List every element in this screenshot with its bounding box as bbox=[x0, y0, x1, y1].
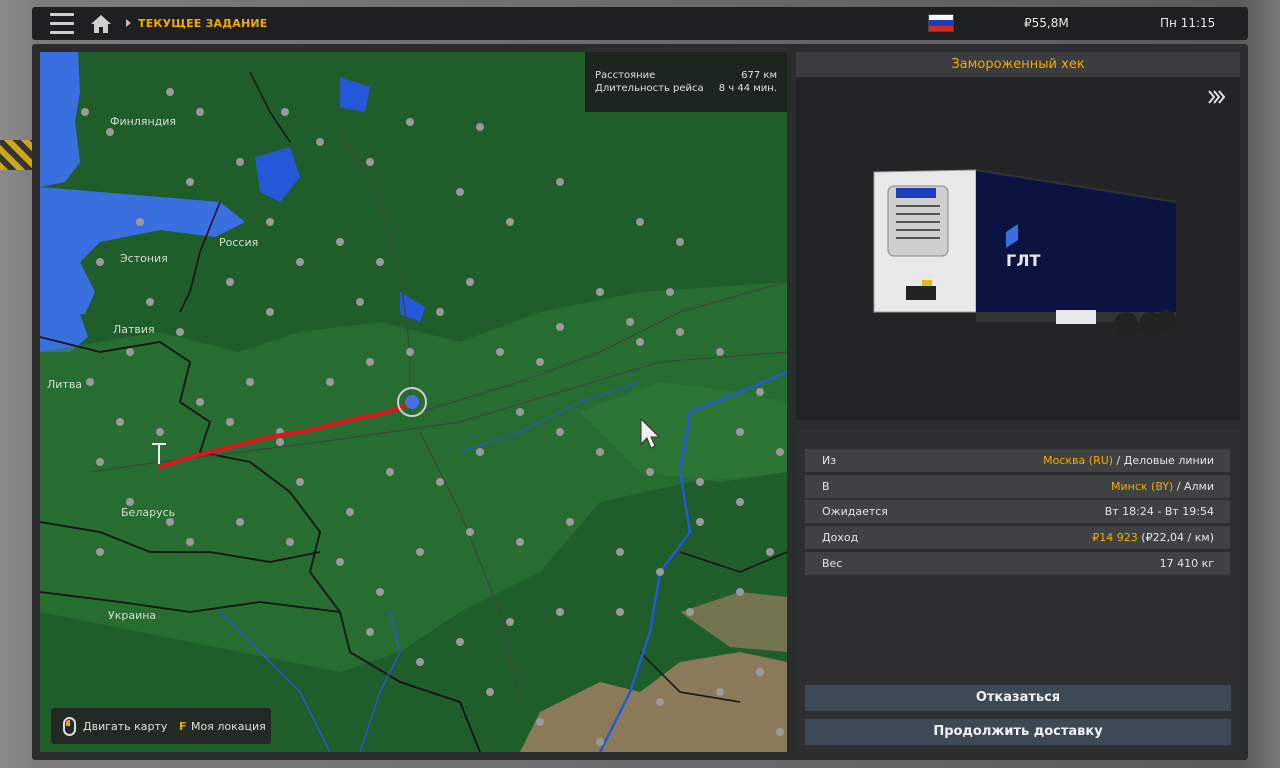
weight-value: 17 410 кг bbox=[1159, 557, 1214, 570]
from-label: Из bbox=[822, 454, 837, 467]
expected-row: Ожидается Вт 18:24 - Вт 19:54 bbox=[805, 500, 1230, 523]
fast-forward-icon[interactable] bbox=[1208, 90, 1226, 104]
reefer-trailer-image: ГЛТ bbox=[873, 169, 1177, 336]
distance-row: Расстояние 677 км bbox=[595, 70, 777, 81]
map-canvas bbox=[40, 52, 787, 752]
job-details-panel: Из Москва (RU) / Деловые линии В Минск (… bbox=[796, 430, 1240, 752]
decline-button[interactable]: Отказаться bbox=[805, 685, 1231, 711]
to-company: / Алми bbox=[1173, 480, 1214, 493]
map-label-lithuania: Литва bbox=[47, 378, 83, 391]
duration-row: Длительность рейса 8 ч 44 мин. bbox=[595, 83, 777, 94]
income-label: Доход bbox=[822, 531, 859, 544]
breadcrumb-arrow-icon bbox=[126, 19, 131, 27]
map-label-russia: Россия bbox=[219, 236, 259, 249]
home-icon[interactable] bbox=[90, 13, 112, 35]
duration-label: Длительность рейса bbox=[595, 83, 704, 94]
income-value-wrap: ₽14 923 (₽22,04 / км) bbox=[1092, 526, 1214, 549]
weight-row: Вес 17 410 кг bbox=[805, 552, 1230, 575]
to-value: Минск (BY) / Алми bbox=[1111, 475, 1214, 498]
from-row: Из Москва (RU) / Деловые линии bbox=[805, 449, 1230, 472]
from-value: Москва (RU) / Деловые линии bbox=[1043, 449, 1214, 472]
from-city: Москва (RU) bbox=[1043, 454, 1114, 467]
map-label-latvia: Латвия bbox=[113, 323, 155, 336]
map-label-belarus: Беларусь bbox=[121, 506, 176, 519]
distance-label: Расстояние bbox=[595, 70, 656, 81]
income-row: Доход ₽14 923 (₽22,04 / км) bbox=[805, 526, 1230, 549]
svg-text:ГЛТ: ГЛТ bbox=[1006, 251, 1040, 270]
to-row: В Минск (BY) / Алми bbox=[805, 475, 1230, 498]
expected-value: Вт 18:24 - Вт 19:54 bbox=[1104, 505, 1214, 518]
cargo-title: Замороженный хек bbox=[796, 52, 1240, 77]
income-rate: (₽22,04 / км) bbox=[1137, 531, 1214, 544]
continue-delivery-button[interactable]: Продолжить доставку bbox=[805, 719, 1231, 745]
menu-icon[interactable] bbox=[50, 13, 74, 34]
mouse-cursor-icon bbox=[640, 418, 660, 449]
f-key-hint: F bbox=[179, 720, 187, 733]
game-clock: Пн 11:15 bbox=[1160, 16, 1216, 30]
map-controls-hint: Двигать карту F Моя локация bbox=[51, 708, 271, 744]
route-info-box: Расстояние 677 км Длительность рейса 8 ч… bbox=[585, 52, 787, 112]
money-balance: ₽55,8M bbox=[1024, 16, 1069, 30]
breadcrumb: ТЕКУЩЕЕ ЗАДАНИЕ bbox=[138, 17, 268, 30]
my-location-button[interactable]: Моя локация bbox=[191, 720, 266, 733]
route-map[interactable]: Финляндия Россия Эстония Латвия Литва Бе… bbox=[40, 52, 787, 752]
to-label: В bbox=[822, 480, 830, 493]
map-label-ukraine: Украина bbox=[108, 609, 157, 622]
cargo-panel: Замороженный хек ГЛТ bbox=[796, 52, 1240, 420]
russia-flag-icon bbox=[928, 14, 954, 32]
distance-value: 677 км bbox=[741, 70, 777, 81]
duration-value: 8 ч 44 мин. bbox=[718, 83, 777, 94]
top-bar: ТЕКУЩЕЕ ЗАДАНИЕ ₽55,8M Пн 11:15 bbox=[32, 7, 1248, 40]
mouse-icon bbox=[63, 717, 76, 736]
from-company: / Деловые линии bbox=[1113, 454, 1214, 467]
expected-label: Ожидается bbox=[822, 505, 888, 518]
map-label-estonia: Эстония bbox=[120, 252, 168, 265]
to-city: Минск (BY) bbox=[1111, 480, 1174, 493]
income-value: ₽14 923 bbox=[1092, 531, 1138, 544]
map-label-finland: Финляндия bbox=[110, 115, 177, 128]
weight-label: Вес bbox=[822, 557, 843, 570]
move-map-hint: Двигать карту bbox=[83, 720, 168, 733]
